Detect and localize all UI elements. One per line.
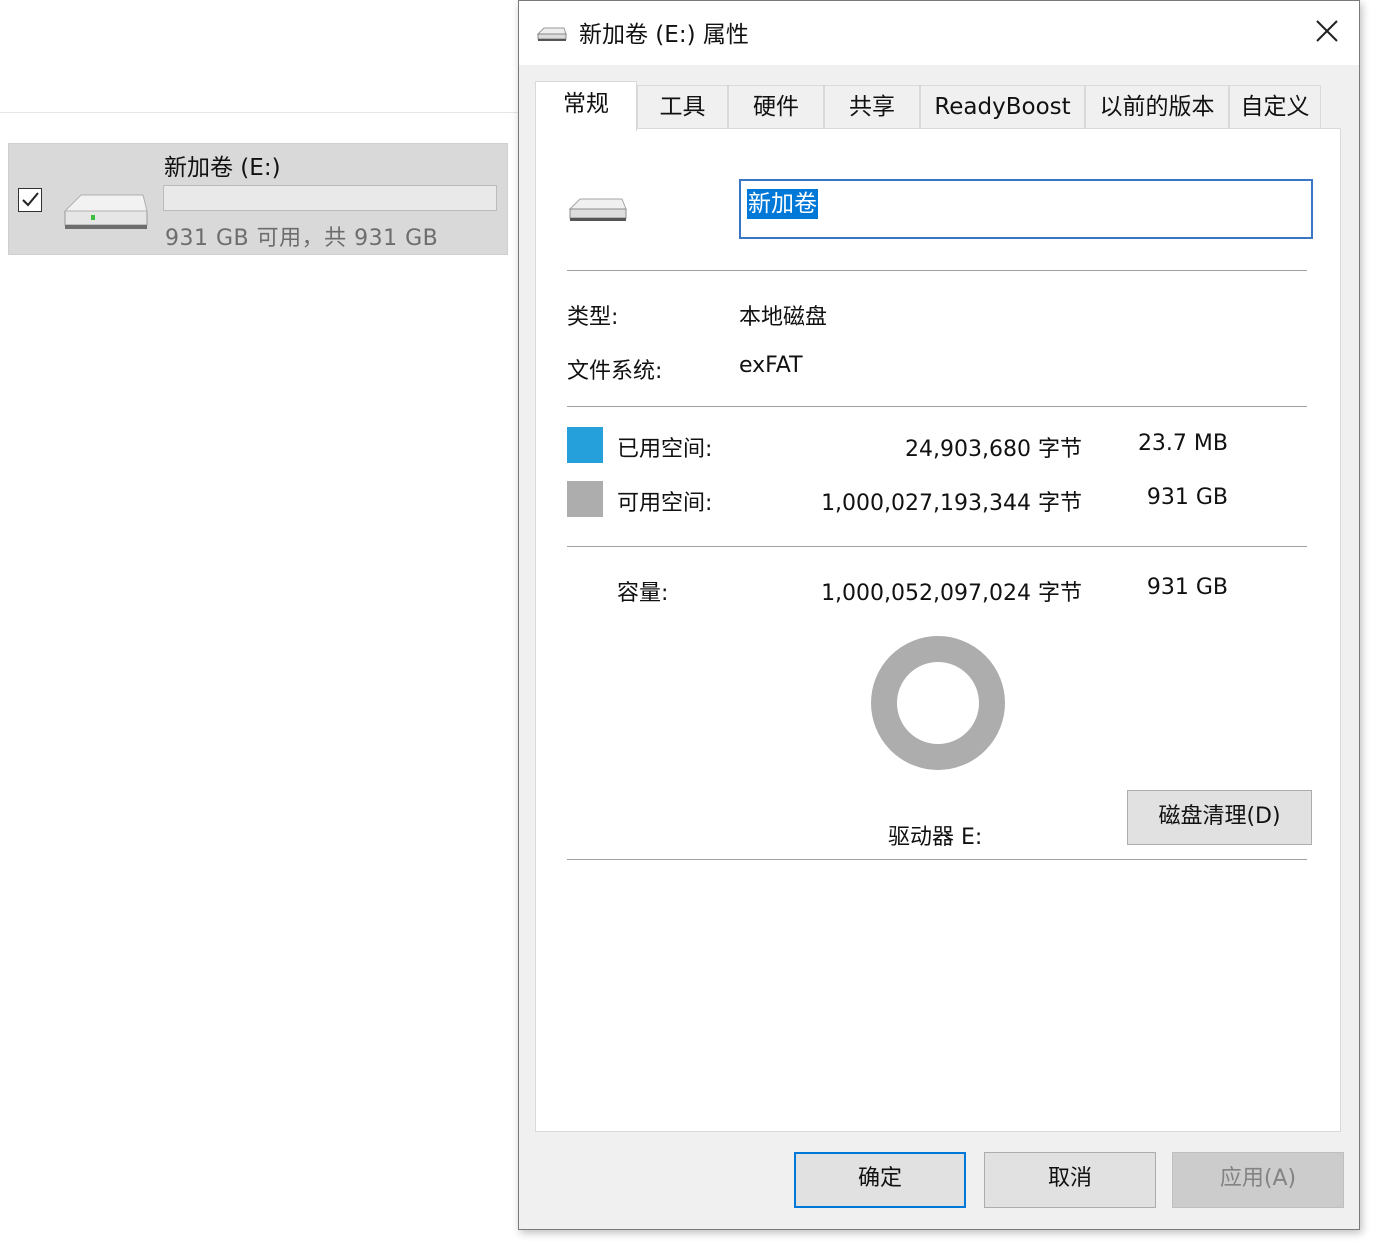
cancel-button[interactable]: 取消: [984, 1152, 1156, 1208]
used-space-bytes: 24,903,680 字节: [782, 431, 1082, 463]
drive-tile-e[interactable]: 新加卷 (E:) 931 GB 可用，共 931 GB: [8, 143, 508, 255]
drive-usage-bar: [163, 185, 497, 211]
used-space-swatch: [567, 427, 603, 463]
free-space-swatch: [567, 481, 603, 517]
divider: [567, 859, 1307, 860]
capacity-bytes: 1,000,052,097,024 字节: [732, 575, 1082, 607]
drive-letter-label: 驱动器 E:: [888, 819, 982, 851]
dialog-titlebar[interactable]: 新加卷 (E:) 属性: [519, 1, 1359, 65]
used-space-size: 23.7 MB: [1106, 431, 1228, 456]
capacity-size: 931 GB: [1106, 575, 1228, 600]
tab-hardware[interactable]: 硬件: [728, 85, 824, 129]
drive-icon: [537, 25, 567, 43]
apply-button[interactable]: 应用(A): [1172, 1152, 1344, 1208]
divider: [567, 406, 1307, 407]
drive-tile-free-text: 931 GB 可用，共 931 GB: [165, 220, 438, 252]
drive-tile-name: 新加卷 (E:): [164, 148, 281, 182]
drive-select-checkbox[interactable]: [18, 188, 42, 212]
usage-donut-chart: [869, 634, 1007, 772]
checkmark-icon: [20, 190, 40, 210]
type-label: 类型:: [567, 299, 618, 331]
general-panel: 新加卷 类型: 本地磁盘 文件系统: exFAT 已用空间: 24,903,68…: [535, 128, 1341, 1132]
close-icon: [1315, 19, 1339, 43]
volume-name-input[interactable]: 新加卷: [739, 179, 1313, 239]
tab-sharing[interactable]: 共享: [824, 85, 920, 129]
free-space-size: 931 GB: [1106, 485, 1228, 510]
dialog-title: 新加卷 (E:) 属性: [579, 15, 749, 49]
explorer-divider: [0, 112, 518, 113]
filesystem-label: 文件系统:: [567, 353, 662, 385]
tab-readyboost[interactable]: ReadyBoost: [920, 85, 1085, 129]
tab-previous-versions[interactable]: 以前的版本: [1085, 85, 1229, 129]
drive-large-icon: [568, 195, 628, 225]
used-space-label: 已用空间:: [617, 431, 712, 463]
tab-customize[interactable]: 自定义: [1229, 85, 1321, 129]
capacity-label: 容量:: [617, 575, 668, 607]
disk-cleanup-button[interactable]: 磁盘清理(D): [1127, 790, 1312, 845]
free-space-bytes: 1,000,027,193,344 字节: [732, 485, 1082, 517]
divider: [567, 270, 1307, 271]
properties-dialog: 新加卷 (E:) 属性 常规 工具 硬件 共享 ReadyBoost 以前的版本…: [518, 0, 1360, 1230]
hard-drive-icon: [61, 189, 149, 237]
volume-name-text: 新加卷: [747, 189, 818, 219]
filesystem-value: exFAT: [739, 353, 803, 378]
type-value: 本地磁盘: [739, 299, 827, 331]
close-button[interactable]: [1295, 1, 1359, 65]
tab-general[interactable]: 常规: [535, 81, 637, 131]
ok-button[interactable]: 确定: [794, 1152, 966, 1208]
donut-free-ring: [884, 649, 992, 757]
tab-tools[interactable]: 工具: [637, 85, 728, 129]
free-space-label: 可用空间:: [617, 485, 712, 517]
divider: [567, 546, 1307, 547]
